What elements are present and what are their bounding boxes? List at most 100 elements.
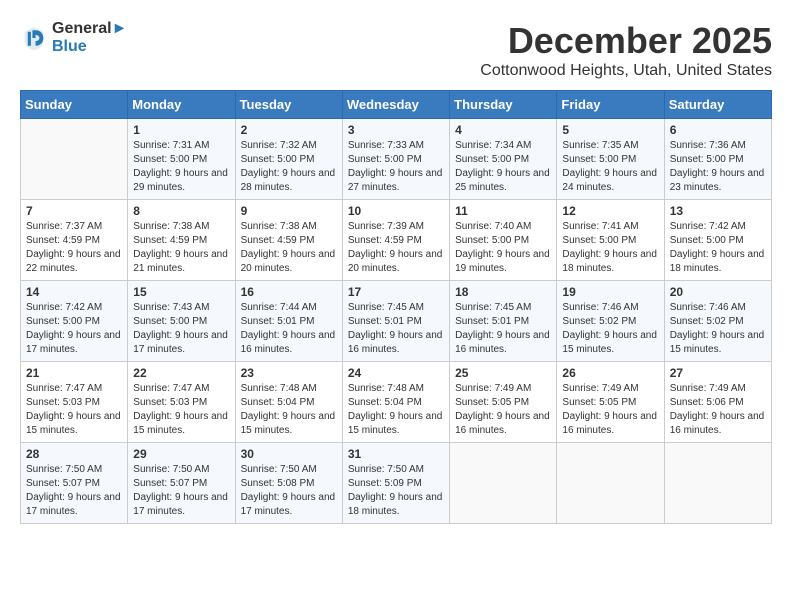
- day-number: 12: [562, 204, 658, 218]
- day-number: 20: [670, 285, 766, 299]
- day-number: 4: [455, 123, 551, 137]
- calendar-cell: 18 Sunrise: 7:45 AMSunset: 5:01 PMDayligh…: [450, 281, 557, 362]
- calendar-cell: 15 Sunrise: 7:43 AMSunset: 5:00 PMDayligh…: [128, 281, 235, 362]
- calendar-cell: 23 Sunrise: 7:48 AMSunset: 5:04 PMDayligh…: [235, 362, 342, 443]
- day-number: 6: [670, 123, 766, 137]
- calendar-cell: 2Sunrise: 7:32 AMSunset: 5:00 PMDaylight…: [235, 119, 342, 200]
- calendar-cell: 27 Sunrise: 7:49 AMSunset: 5:06 PMDayligh…: [664, 362, 771, 443]
- calendar-cell: 7 Sunrise: 7:37 AMSunset: 4:59 PMDaylight…: [21, 200, 128, 281]
- day-number: 26: [562, 366, 658, 380]
- day-number: 7: [26, 204, 122, 218]
- day-number: 3: [348, 123, 444, 137]
- calendar-cell: 19Sunrise: 7:46 AMSunset: 5:02 PMDayligh…: [557, 281, 664, 362]
- calendar-cell: 13 Sunrise: 7:42 AMSunset: 5:00 PMDayligh…: [664, 200, 771, 281]
- day-number: 31: [348, 447, 444, 461]
- day-number: 9: [241, 204, 337, 218]
- calendar-cell: 24Sunrise: 7:48 AMSunset: 5:04 PMDayligh…: [342, 362, 449, 443]
- day-number: 27: [670, 366, 766, 380]
- day-number: 24: [348, 366, 444, 380]
- calendar-cell: 12Sunrise: 7:41 AMSunset: 5:00 PMDayligh…: [557, 200, 664, 281]
- day-info: Sunrise: 7:39 AMSunset: 4:59 PMDaylight:…: [348, 220, 444, 276]
- calendar-cell: 31 Sunrise: 7:50 AMSunset: 5:09 PMDayligh…: [342, 443, 449, 524]
- day-info: Sunrise: 7:42 AMSunset: 5:00 PMDaylight:…: [26, 301, 122, 357]
- day-info: Sunrise: 7:49 AMSunset: 5:05 PMDaylight:…: [455, 382, 551, 438]
- day-number: 30: [241, 447, 337, 461]
- calendar-cell: 3Sunrise: 7:33 AMSunset: 5:00 PMDaylight…: [342, 119, 449, 200]
- day-number: 23: [241, 366, 337, 380]
- day-number: 17: [348, 285, 444, 299]
- calendar-cell: 21Sunrise: 7:47 AMSunset: 5:03 PMDayligh…: [21, 362, 128, 443]
- header-saturday: Saturday: [664, 91, 771, 119]
- day-info: Sunrise: 7:43 AMSunset: 5:00 PMDaylight:…: [133, 301, 229, 357]
- day-info: Sunrise: 7:38 AMSunset: 4:59 PMDaylight:…: [133, 220, 229, 276]
- calendar-table: SundayMondayTuesdayWednesdayThursdayFrid…: [20, 90, 772, 524]
- day-number: 8: [133, 204, 229, 218]
- day-info: Sunrise: 7:44 AMSunset: 5:01 PMDaylight:…: [241, 301, 337, 357]
- day-info: Sunrise: 7:46 AMSunset: 5:02 PMDaylight:…: [562, 301, 658, 357]
- month-title: December 2025: [480, 20, 772, 62]
- calendar-cell: 20 Sunrise: 7:46 AMSunset: 5:02 PMDayligh…: [664, 281, 771, 362]
- day-number: 11: [455, 204, 551, 218]
- title-block: December 2025 Cottonwood Heights, Utah, …: [480, 20, 772, 80]
- calendar-header-row: SundayMondayTuesdayWednesdayThursdayFrid…: [21, 91, 772, 119]
- day-info: Sunrise: 7:48 AMSunset: 5:04 PMDaylight:…: [241, 382, 337, 438]
- day-number: 1: [133, 123, 229, 137]
- day-info: Sunrise: 7:40 AMSunset: 5:00 PMDaylight:…: [455, 220, 551, 276]
- day-number: 2: [241, 123, 337, 137]
- day-number: 5: [562, 123, 658, 137]
- day-info: Sunrise: 7:35 AMSunset: 5:00 PMDaylight:…: [562, 139, 658, 195]
- day-number: 10: [348, 204, 444, 218]
- calendar-cell: 6Sunrise: 7:36 AMSunset: 5:00 PMDaylight…: [664, 119, 771, 200]
- calendar-cell: 17 Sunrise: 7:45 AMSunset: 5:01 PMDayligh…: [342, 281, 449, 362]
- calendar-cell: [664, 443, 771, 524]
- day-info: Sunrise: 7:46 AMSunset: 5:02 PMDaylight:…: [670, 301, 766, 357]
- day-info: Sunrise: 7:34 AMSunset: 5:00 PMDaylight:…: [455, 139, 551, 195]
- calendar-cell: 29 Sunrise: 7:50 AMSunset: 5:07 PMDayligh…: [128, 443, 235, 524]
- calendar-cell: 26 Sunrise: 7:49 AMSunset: 5:05 PMDayligh…: [557, 362, 664, 443]
- calendar-week-2: 7 Sunrise: 7:37 AMSunset: 4:59 PMDaylight…: [21, 200, 772, 281]
- day-number: 14: [26, 285, 122, 299]
- day-info: Sunrise: 7:50 AMSunset: 5:07 PMDaylight:…: [133, 463, 229, 519]
- day-info: Sunrise: 7:37 AMSunset: 4:59 PMDaylight:…: [26, 220, 122, 276]
- logo-text: General► Blue: [52, 20, 127, 56]
- calendar-cell: 25Sunrise: 7:49 AMSunset: 5:05 PMDayligh…: [450, 362, 557, 443]
- calendar-week-3: 14 Sunrise: 7:42 AMSunset: 5:00 PMDayligh…: [21, 281, 772, 362]
- day-info: Sunrise: 7:49 AMSunset: 5:06 PMDaylight:…: [670, 382, 766, 438]
- day-number: 29: [133, 447, 229, 461]
- calendar-cell: 28 Sunrise: 7:50 AMSunset: 5:07 PMDayligh…: [21, 443, 128, 524]
- day-info: Sunrise: 7:45 AMSunset: 5:01 PMDaylight:…: [348, 301, 444, 357]
- calendar-cell: 8 Sunrise: 7:38 AMSunset: 4:59 PMDaylight…: [128, 200, 235, 281]
- calendar-cell: [450, 443, 557, 524]
- calendar-week-1: 1Sunrise: 7:31 AMSunset: 5:00 PMDaylight…: [21, 119, 772, 200]
- logo-icon: [20, 24, 48, 52]
- calendar-cell: 4 Sunrise: 7:34 AMSunset: 5:00 PMDaylight…: [450, 119, 557, 200]
- day-number: 15: [133, 285, 229, 299]
- day-info: Sunrise: 7:50 AMSunset: 5:08 PMDaylight:…: [241, 463, 337, 519]
- day-info: Sunrise: 7:47 AMSunset: 5:03 PMDaylight:…: [133, 382, 229, 438]
- calendar-cell: 11 Sunrise: 7:40 AMSunset: 5:00 PMDayligh…: [450, 200, 557, 281]
- day-number: 28: [26, 447, 122, 461]
- calendar-cell: [557, 443, 664, 524]
- day-number: 22: [133, 366, 229, 380]
- calendar-week-4: 21Sunrise: 7:47 AMSunset: 5:03 PMDayligh…: [21, 362, 772, 443]
- day-info: Sunrise: 7:42 AMSunset: 5:00 PMDaylight:…: [670, 220, 766, 276]
- calendar-cell: 30 Sunrise: 7:50 AMSunset: 5:08 PMDayligh…: [235, 443, 342, 524]
- location-title: Cottonwood Heights, Utah, United States: [480, 62, 772, 80]
- calendar-cell: 10 Sunrise: 7:39 AMSunset: 4:59 PMDayligh…: [342, 200, 449, 281]
- page-header: General► Blue December 2025 Cottonwood H…: [20, 20, 772, 80]
- day-info: Sunrise: 7:45 AMSunset: 5:01 PMDaylight:…: [455, 301, 551, 357]
- day-number: 18: [455, 285, 551, 299]
- header-sunday: Sunday: [21, 91, 128, 119]
- day-number: 13: [670, 204, 766, 218]
- header-wednesday: Wednesday: [342, 91, 449, 119]
- logo: General► Blue: [20, 20, 127, 56]
- calendar-week-5: 28 Sunrise: 7:50 AMSunset: 5:07 PMDayligh…: [21, 443, 772, 524]
- header-monday: Monday: [128, 91, 235, 119]
- header-tuesday: Tuesday: [235, 91, 342, 119]
- calendar-cell: 9Sunrise: 7:38 AMSunset: 4:59 PMDaylight…: [235, 200, 342, 281]
- day-info: Sunrise: 7:49 AMSunset: 5:05 PMDaylight:…: [562, 382, 658, 438]
- day-info: Sunrise: 7:50 AMSunset: 5:07 PMDaylight:…: [26, 463, 122, 519]
- day-number: 16: [241, 285, 337, 299]
- day-info: Sunrise: 7:50 AMSunset: 5:09 PMDaylight:…: [348, 463, 444, 519]
- header-thursday: Thursday: [450, 91, 557, 119]
